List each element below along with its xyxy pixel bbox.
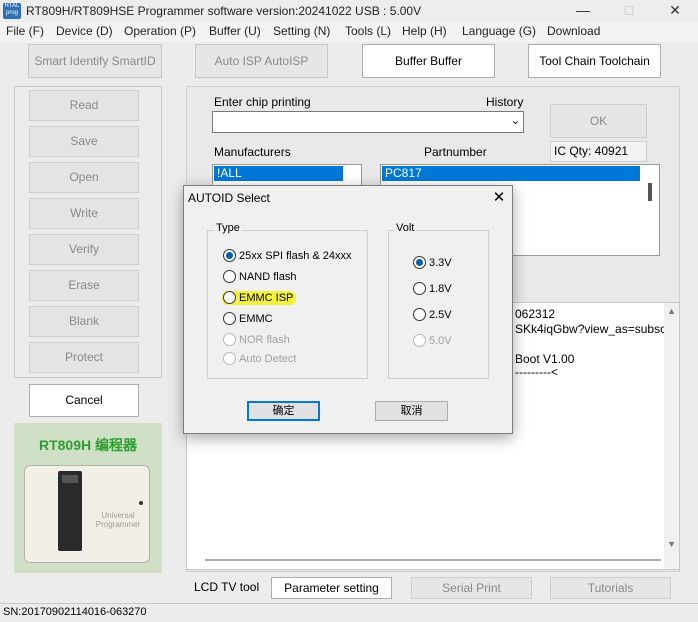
menu-file[interactable]: File (F)	[6, 24, 44, 38]
programmer-caption: RT809H 编程器	[38, 437, 138, 453]
dialog-close-icon[interactable]: ✕	[488, 188, 510, 208]
chip-printing-label: Enter chip printing	[214, 95, 311, 109]
tutorials-button[interactable]: Tutorials	[550, 577, 671, 599]
log-scrollbar[interactable]	[664, 303, 679, 569]
serial-print-button[interactable]: Serial Print	[411, 577, 532, 599]
protect-button[interactable]: Protect	[29, 342, 139, 373]
led-icon	[139, 501, 143, 505]
ok-button[interactable]: OK	[550, 104, 647, 138]
radio-icon[interactable]	[223, 270, 236, 283]
manufacturers-label: Manufacturers	[214, 145, 291, 159]
history-label: History	[486, 95, 524, 109]
volt-option-1v8[interactable]: 1.8V	[413, 282, 452, 298]
scroll-up-icon[interactable]: ▲	[667, 306, 676, 316]
read-button[interactable]: Read	[29, 90, 139, 121]
save-button[interactable]: Save	[29, 126, 139, 157]
app-logo-icon: RTAL prog	[3, 3, 21, 19]
manufacturer-item-selected[interactable]: !ALL	[214, 166, 343, 181]
log-line: 062312	[515, 307, 556, 321]
log-line: ---------<	[515, 365, 558, 379]
menu-setting[interactable]: Setting (N)	[273, 24, 330, 38]
write-button[interactable]: Write	[29, 198, 139, 229]
serial-number: SN:20170902114016-063270	[3, 606, 147, 618]
radio-checked-icon[interactable]	[413, 256, 426, 269]
type-option-label: Auto Detect	[239, 353, 297, 365]
type-option-nor: NOR flash	[223, 333, 290, 349]
chip-printing-combo[interactable]: ⌄	[212, 111, 524, 133]
type-option-nand[interactable]: NAND flash	[223, 270, 296, 286]
open-button[interactable]: Open	[29, 162, 139, 193]
radio-icon	[413, 334, 426, 347]
radio-icon[interactable]	[223, 312, 236, 325]
menu-language[interactable]: Language (G)	[462, 24, 536, 38]
app-logo-text: RTAL prog	[4, 3, 20, 16]
volt-option-3v3[interactable]: 3.3V	[413, 256, 452, 272]
volt-group-label: Volt	[394, 222, 417, 234]
menu-download[interactable]: Download	[547, 24, 600, 38]
radio-icon	[223, 333, 236, 346]
type-option-emmc-isp[interactable]: EMMC ISP	[222, 291, 297, 307]
lcd-tv-tool-label[interactable]: LCD TV tool	[194, 580, 259, 594]
tool-chain-button[interactable]: Tool Chain Toolchain	[528, 44, 661, 78]
programmer-label: Universal Programmer	[95, 511, 141, 529]
dialog-cancel-button[interactable]: 取消	[375, 401, 448, 421]
maximize-icon[interactable]: □	[606, 0, 652, 22]
menu-help[interactable]: Help (H)	[402, 24, 447, 38]
blank-button[interactable]: Blank	[29, 306, 139, 337]
autoid-select-dialog: AUTOID Select ✕ Type 25xx SPI flash & 24…	[183, 185, 513, 434]
dialog-title: AUTOID Select	[188, 191, 270, 205]
erase-button[interactable]: Erase	[29, 270, 139, 301]
zif-socket	[58, 471, 82, 551]
menu-operation[interactable]: Operation (P)	[124, 24, 196, 38]
type-option-auto-detect: Auto Detect	[223, 352, 296, 368]
radio-icon[interactable]	[223, 291, 236, 304]
scroll-down-icon[interactable]: ▼	[667, 539, 676, 549]
type-group-label: Type	[214, 222, 242, 234]
type-option-spi[interactable]: 25xx SPI flash & 24xxx	[223, 249, 352, 265]
type-option-label: EMMC	[239, 313, 273, 325]
volt-option-label: 1.8V	[429, 283, 452, 295]
type-option-label: EMMC ISP	[239, 292, 294, 304]
partnumber-label: Partnumber	[424, 145, 487, 159]
menu-device[interactable]: Device (D)	[56, 24, 113, 38]
volt-option-5v0: 5.0V	[413, 334, 452, 350]
ic-qty-display: IC Qty: 40921	[550, 141, 647, 162]
buffer-button[interactable]: Buffer Buffer	[362, 44, 495, 78]
auto-isp-button[interactable]: Auto ISP AutoISP	[195, 44, 328, 78]
horizontal-scrollbar[interactable]	[205, 559, 661, 561]
type-option-label: NAND flash	[239, 271, 297, 283]
menu-tools[interactable]: Tools (L)	[345, 24, 391, 38]
parameter-setting-button[interactable]: Parameter setting	[271, 577, 392, 599]
radio-icon	[223, 352, 236, 365]
volt-group	[388, 230, 489, 379]
smart-identify-button[interactable]: Smart Identify SmartID	[28, 44, 162, 78]
radio-icon[interactable]	[413, 282, 426, 295]
status-bar: SN:20170902114016-063270	[0, 603, 698, 622]
log-line: SKk4iqGbw?view_as=subsc	[515, 322, 667, 336]
window-title: RT809H/RT809HSE Programmer software vers…	[26, 4, 422, 18]
minimize-icon[interactable]: —	[560, 0, 606, 22]
chevron-down-icon[interactable]: ⌄	[511, 114, 520, 127]
volt-option-2v5[interactable]: 2.5V	[413, 308, 452, 324]
cancel-button[interactable]: Cancel	[29, 384, 139, 417]
zif-lever	[62, 475, 78, 483]
type-option-label: 25xx SPI flash & 24xxx	[239, 250, 352, 262]
radio-icon[interactable]	[413, 308, 426, 321]
radio-checked-icon[interactable]	[223, 249, 236, 262]
volt-option-label: 3.3V	[429, 257, 452, 269]
list-scrollbar-thumb[interactable]	[648, 183, 652, 201]
close-icon[interactable]: ✕	[652, 0, 698, 22]
type-option-emmc[interactable]: EMMC	[223, 312, 273, 328]
confirm-button[interactable]: 确定	[247, 401, 320, 421]
volt-option-label: 2.5V	[429, 309, 452, 321]
highlight-marker: EMMC ISP	[222, 291, 297, 305]
type-option-label: NOR flash	[239, 334, 290, 346]
verify-button[interactable]: Verify	[29, 234, 139, 265]
log-line: Boot V1.00	[515, 352, 575, 366]
volt-option-label: 5.0V	[429, 335, 452, 347]
menu-buffer[interactable]: Buffer (U)	[209, 24, 261, 38]
partnumber-item-selected[interactable]: PC817	[382, 166, 640, 181]
programmer-image: RT809H 编程器 Universal Programmer	[14, 423, 162, 573]
